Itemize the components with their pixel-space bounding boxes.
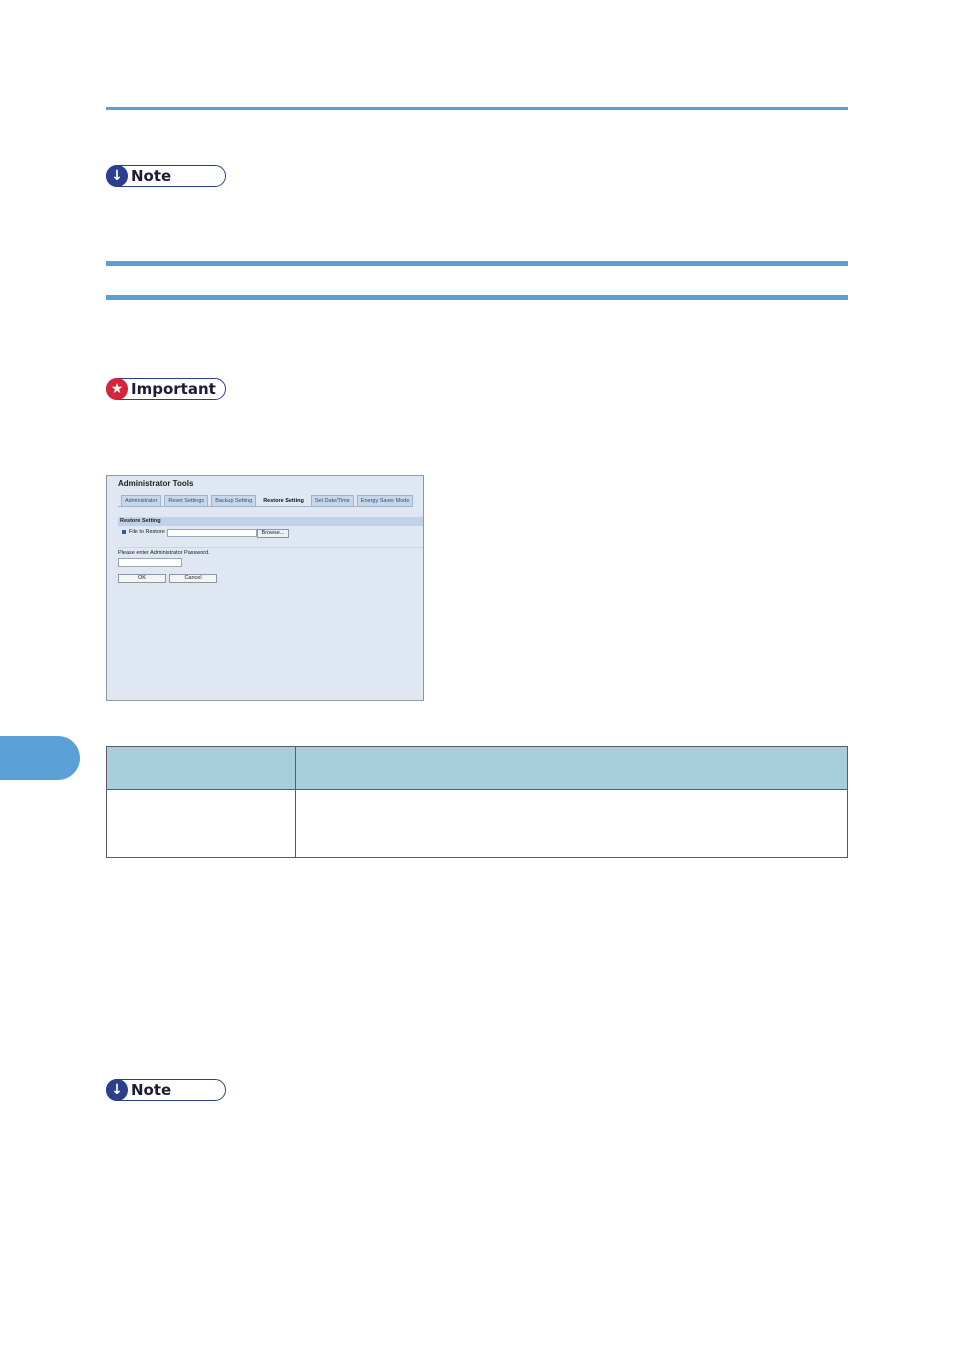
file-label: File to Restore : bbox=[129, 529, 168, 535]
password-input[interactable] bbox=[118, 558, 182, 567]
browse-button[interactable]: Browse... bbox=[257, 529, 289, 538]
chapter-tab bbox=[0, 736, 80, 780]
divider bbox=[118, 547, 423, 548]
password-prompt: Please enter Administrator Password. bbox=[118, 550, 210, 556]
section-rule-lower bbox=[106, 295, 848, 300]
tab-underline bbox=[118, 506, 393, 507]
admin-tools-screenshot: Administrator Tools Administrator Reset … bbox=[106, 475, 424, 701]
file-input[interactable] bbox=[167, 529, 257, 537]
down-arrow-icon: ↓ bbox=[106, 1079, 128, 1101]
table-header-cell bbox=[106, 746, 296, 790]
section-title: Restore Setting bbox=[118, 517, 423, 526]
table-header-row bbox=[106, 746, 848, 790]
section-rule-upper bbox=[106, 261, 848, 266]
table-cell bbox=[295, 789, 848, 858]
header-rule bbox=[106, 107, 848, 110]
note-label: Note bbox=[131, 1081, 172, 1099]
screenshot-title: Administrator Tools bbox=[118, 479, 194, 488]
star-icon: ★ bbox=[106, 378, 128, 400]
note-label: Note bbox=[131, 167, 172, 185]
note-badge-bottom: ↓ Note bbox=[106, 1079, 226, 1101]
important-badge: ★ Important bbox=[106, 378, 226, 400]
note-badge-top: ↓ Note bbox=[106, 165, 226, 187]
file-row: File to Restore : bbox=[122, 529, 168, 535]
settings-table bbox=[106, 746, 848, 858]
cancel-button[interactable]: Cancel bbox=[169, 574, 217, 583]
table-cell bbox=[106, 789, 296, 858]
down-arrow-icon: ↓ bbox=[106, 165, 128, 187]
important-label: Important bbox=[131, 380, 216, 398]
ok-button[interactable]: OK bbox=[118, 574, 166, 583]
table-row bbox=[106, 789, 848, 858]
table-header-cell bbox=[295, 746, 848, 790]
bullet-icon bbox=[122, 530, 126, 534]
